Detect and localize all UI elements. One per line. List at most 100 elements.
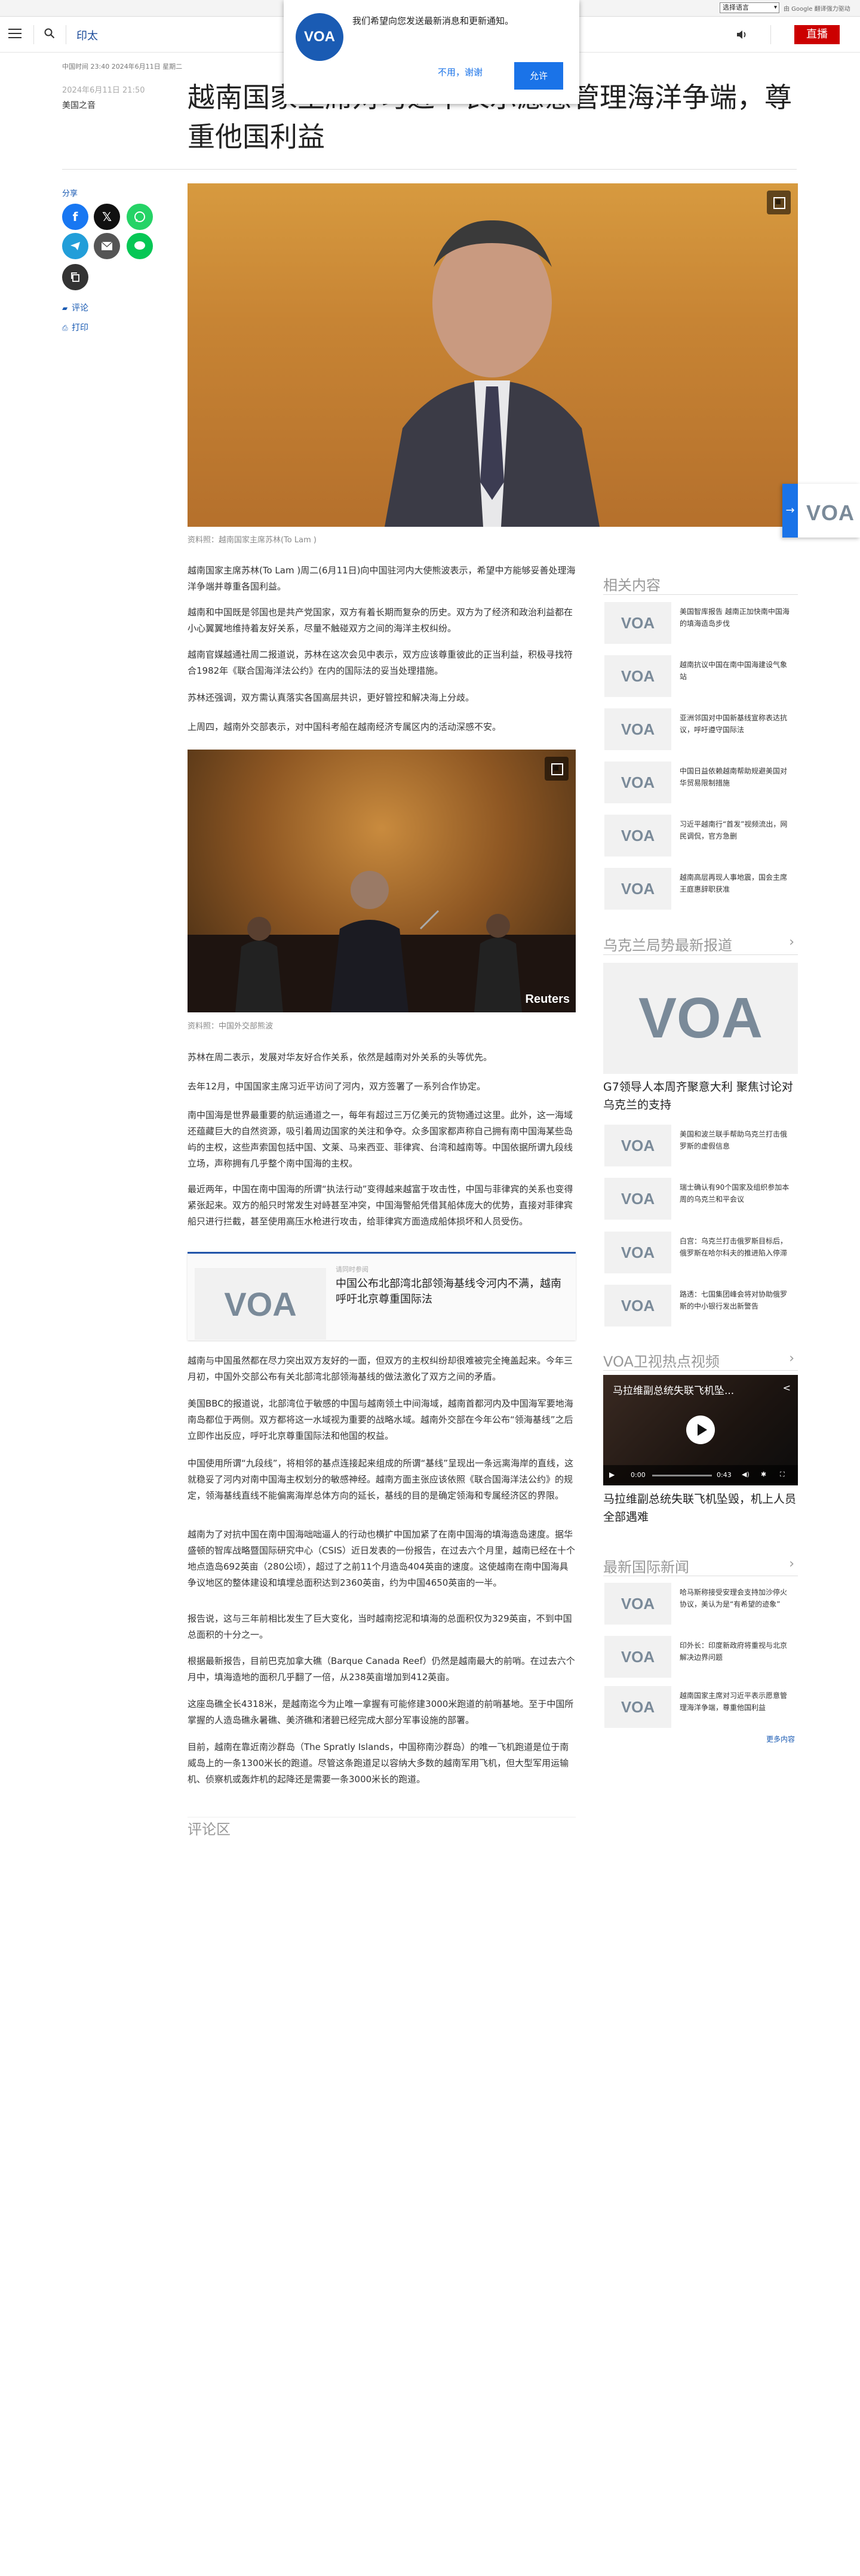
chevron-right-icon: ›: [789, 1351, 794, 1366]
voa-logo: VOA: [621, 1594, 655, 1613]
related-title[interactable]: 中国公布北部湾北部领海基线令河内不满，越南呼吁北京尊重国际法: [336, 1276, 566, 1307]
list-item[interactable]: VOA 越南高层再现人事地震，国会主席王庭惠辞职获准: [603, 868, 798, 922]
video-heading[interactable]: VOA卫视热点视频 ›: [603, 1350, 798, 1371]
article-paragraph: 越南国家主席苏林(To Lam )周二(6月11日)向中国驻河内大使熊波表示，希…: [188, 565, 576, 592]
list-item[interactable]: VOA 瑞士确认有90个国家及组织参加本周的乌克兰和平会议: [603, 1178, 798, 1232]
list-item[interactable]: VOA 白宫：乌克兰打击俄罗斯目标后，俄罗斯在哈尔科夫的推进陷入停滞: [603, 1232, 798, 1285]
list-item-title[interactable]: 越南国家主席对习近平表示愿意管理海洋争端，尊重他国利益: [680, 1690, 793, 1714]
article-paragraph: 越南为了对抗中国在南中国海咄咄逼人的行动也横扩中国加紧了在南中国海的填海造岛速度…: [188, 1529, 575, 1588]
list-item[interactable]: VOA 哈马斯称接受安理会支持加沙停火协议，美认为是“有希望的迹象”: [603, 1583, 798, 1637]
line-icon: [134, 241, 145, 250]
divider: [603, 1370, 798, 1371]
expand-image-button[interactable]: [767, 191, 791, 214]
list-item[interactable]: VOA 习近平越南行“首发”视频流出，网民调侃，官方急删: [603, 815, 798, 868]
thumbnail: VOA: [604, 708, 671, 750]
x-share-button[interactable]: 𝕏: [94, 204, 120, 230]
article-paragraph: 这座岛礁全长4318米，是越南迄今为止唯一拿握有可能修建3000米跑道的前哨基地…: [188, 1699, 574, 1725]
related-article-card[interactable]: VOA 请同时参阅 中国公布北部湾北部领海基线令河内不满，越南呼吁北京尊重国际法: [188, 1252, 576, 1340]
list-item-title[interactable]: 习近平越南行“首发”视频流出，网民调侃，官方急删: [680, 818, 793, 842]
ukraine-heading[interactable]: 乌克兰局势最新报道 ›: [603, 934, 798, 954]
related-label: 请同时参阅: [336, 1266, 368, 1273]
list-item-title[interactable]: 亚洲邻国对中国新基线宣称表达抗议，呼吁遵守国际法: [680, 712, 793, 736]
voa-logo: VOA: [224, 1285, 297, 1323]
header-divider: [33, 25, 34, 44]
thumbnail: VOA: [604, 1583, 671, 1625]
expand-image-button[interactable]: [545, 757, 569, 781]
list-item-title[interactable]: 印外长：印度新政府将重视与北京解决边界问题: [680, 1639, 793, 1663]
thumbnail: VOA: [604, 655, 671, 697]
byline[interactable]: 美国之音: [62, 99, 96, 111]
intl-heading[interactable]: 最新国际新闻 ›: [603, 1555, 798, 1576]
share-label: 分享: [62, 189, 78, 198]
hamburger-menu-icon[interactable]: [8, 29, 22, 39]
telegram-share-button[interactable]: [62, 233, 88, 259]
voa-logo: VOA: [621, 1136, 655, 1155]
fullscreen-icon[interactable]: ⛶: [780, 1470, 785, 1479]
comment-icon: ▰: [62, 304, 68, 312]
progress-bar[interactable]: [652, 1475, 712, 1476]
current-time: 0:00: [631, 1471, 646, 1479]
share-icon[interactable]: <: [783, 1382, 791, 1393]
list-item-title[interactable]: 瑞士确认有90个国家及组织参加本周的乌克兰和平会议: [680, 1181, 793, 1205]
voa-logo: VOA: [621, 773, 655, 791]
play-icon[interactable]: ▶: [609, 1470, 615, 1479]
speaker-icon[interactable]: [736, 29, 748, 41]
whatsapp-share-button[interactable]: [127, 204, 153, 230]
list-item[interactable]: VOA 美国智库报告 越南正加快南中国海的填海造岛步伐: [603, 602, 798, 656]
list-item[interactable]: VOA 路透：七国集团峰会将对协助俄罗斯的中小银行发出新警告: [603, 1285, 798, 1338]
list-item-title[interactable]: 越南高层再现人事地震，国会主席王庭惠辞职获准: [680, 871, 793, 895]
list-item-title[interactable]: 哈马斯称接受安理会支持加沙停火协议，美认为是“有希望的迹象”: [680, 1586, 793, 1610]
list-item[interactable]: VOA 中国日益依赖越南帮助规避美国对华贸易限制措施: [603, 762, 798, 815]
thumbnail: VOA: [604, 1232, 671, 1273]
section-link[interactable]: 印太: [76, 27, 98, 43]
article-paragraph: 美国BBC的报道说，北部湾位于敏感的中国与越南领土中间海域，越南首都河内及中国海…: [188, 1398, 573, 1441]
allow-button[interactable]: 允许: [514, 62, 563, 90]
hero-caption: 资料照：越南国家主席苏林(To Lam ): [188, 536, 317, 545]
search-icon[interactable]: [44, 28, 55, 39]
voa-logo: VOA: [621, 1647, 655, 1666]
list-item[interactable]: VOA 美国和波兰联手帮助乌克兰打击俄罗斯的虚假信息: [603, 1125, 798, 1178]
list-item-title[interactable]: 越南抗议中国在南中国海建设气象站: [680, 659, 793, 683]
more-link[interactable]: 更多内容: [766, 1734, 795, 1744]
article-paragraph: 南中国海是世界最重要的航运通道之一，每年有超过三万亿美元的货物通过这里。此外，这…: [188, 1110, 573, 1169]
list-item-title[interactable]: 美国智库报告 越南正加快南中国海的填海造岛步伐: [680, 606, 793, 630]
list-item[interactable]: VOA 印外长：印度新政府将重视与北京解决边界问题: [603, 1636, 798, 1690]
list-item[interactable]: VOA 越南抗议中国在南中国海建设气象站: [603, 655, 798, 709]
feature-image[interactable]: VOA: [603, 963, 798, 1074]
list-item[interactable]: VOA 亚洲邻国对中国新基线宣称表达抗议，呼吁遵守国际法: [603, 708, 798, 762]
volume-icon[interactable]: ◀): [742, 1470, 750, 1478]
article-paragraph: 苏林还强调，双方需认真落实各国高层共识，更好管控和解决海上分歧。: [188, 692, 475, 703]
live-button[interactable]: 直播: [794, 25, 840, 44]
video-controls: ▶ 0:00 0:43 ◀) ✱ ⛶: [603, 1465, 798, 1485]
feature-title[interactable]: G7领导人本周齐聚意大利 聚焦讨论对乌克兰的支持: [603, 1078, 798, 1114]
voa-logo: VOA: [621, 667, 655, 685]
copy-link-button[interactable]: [62, 264, 88, 290]
list-item-title[interactable]: 美国和波兰联手帮助乌克兰打击俄罗斯的虚假信息: [680, 1128, 793, 1152]
voa-side-tab[interactable]: → VOA: [782, 484, 860, 538]
print-link[interactable]: ⎙ 打印: [62, 321, 88, 333]
facebook-share-button[interactable]: f: [62, 204, 88, 230]
arrow-right-icon: →: [782, 484, 798, 538]
list-item[interactable]: VOA 越南国家主席对习近平表示愿意管理海洋争端，尊重他国利益: [603, 1686, 798, 1740]
play-button[interactable]: [686, 1416, 715, 1444]
copy-icon: [71, 272, 79, 282]
video-caption[interactable]: 马拉维副总统失联飞机坠毁，机上人员全部遇难: [603, 1490, 798, 1526]
list-item-title[interactable]: 中国日益依赖越南帮助规避美国对华贸易限制措施: [680, 765, 793, 789]
decline-button[interactable]: 不用，谢谢: [438, 66, 483, 78]
chevron-right-icon: ›: [789, 1556, 794, 1571]
video-player[interactable]: 马拉维副总统失联飞机坠... < ▶ 0:00 0:43 ◀) ✱ ⛶: [603, 1375, 798, 1485]
photo-caption: 资料照：中国外交部熊波: [188, 1022, 274, 1031]
voa-logo: VOA: [621, 613, 655, 632]
telegram-icon: [70, 242, 80, 250]
language-select[interactable]: 选择语言: [720, 2, 779, 13]
article-paragraph: 上周四，越南外交部表示，对中国科考船在越南经济专属区内的活动深感不安。: [188, 721, 502, 732]
comments-link[interactable]: ▰ 评论: [62, 302, 88, 314]
line-share-button[interactable]: [127, 233, 153, 259]
email-share-button[interactable]: [94, 233, 120, 259]
settings-icon[interactable]: ✱: [761, 1470, 766, 1478]
list-item-title[interactable]: 白宫：乌克兰打击俄罗斯目标后，俄罗斯在哈尔科夫的推进陷入停滞: [680, 1235, 793, 1259]
list-item-title[interactable]: 路透：七国集团峰会将对协助俄罗斯的中小银行发出新警告: [680, 1288, 793, 1312]
article-photo: Reuters: [188, 750, 576, 1012]
voa-logo: VOA: [621, 1189, 655, 1208]
voa-logo: VOA: [638, 986, 763, 1050]
